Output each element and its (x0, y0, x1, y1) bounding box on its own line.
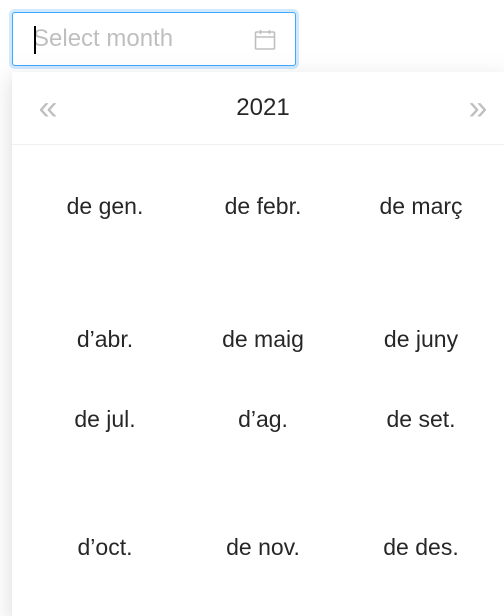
month-label: de jul. (74, 406, 136, 432)
month-cell[interactable]: d’abr. (27, 295, 183, 383)
month-input[interactable] (33, 22, 243, 56)
month-cell[interactable]: de jul. (27, 397, 183, 441)
month-cell[interactable]: de set. (343, 397, 499, 441)
month-cell[interactable]: de des. (343, 503, 499, 591)
month-label: d’ag. (238, 406, 288, 432)
month-label: de febr. (224, 193, 302, 219)
month-label: de juny (383, 326, 459, 352)
month-cell[interactable]: de nov. (185, 503, 341, 591)
month-cell[interactable]: de juny (343, 295, 499, 383)
month-label: de gen. (66, 193, 144, 219)
month-cell[interactable]: de febr. (185, 162, 341, 250)
double-chevron-right-icon: » (468, 89, 488, 127)
month-cell[interactable]: d’ag. (185, 397, 341, 441)
double-chevron-left-icon: « (38, 89, 58, 127)
month-label: de març (379, 193, 463, 219)
month-label: de set. (386, 406, 456, 432)
next-year-button[interactable]: » (458, 90, 498, 126)
month-cell[interactable]: de gen. (27, 162, 183, 250)
prev-year-button[interactable]: « (28, 90, 68, 126)
month-label: de nov. (226, 534, 300, 560)
month-cell[interactable]: de maig (185, 295, 341, 383)
month-cell[interactable]: de març (343, 162, 499, 250)
year-button[interactable]: 2021 (208, 92, 318, 124)
month-panel: « 2021 » de gen. de febr. de març d’abr.… (12, 72, 504, 616)
month-label: de des. (383, 534, 459, 560)
month-label: d’abr. (76, 326, 134, 352)
panel-header: « 2021 » (12, 72, 504, 145)
month-cell[interactable]: d’oct. (27, 503, 183, 591)
calendar-icon (254, 30, 276, 50)
month-label: de maig (222, 326, 304, 352)
month-picker-input[interactable] (12, 12, 296, 66)
text-caret (34, 26, 36, 54)
month-label: d’oct. (77, 534, 133, 560)
